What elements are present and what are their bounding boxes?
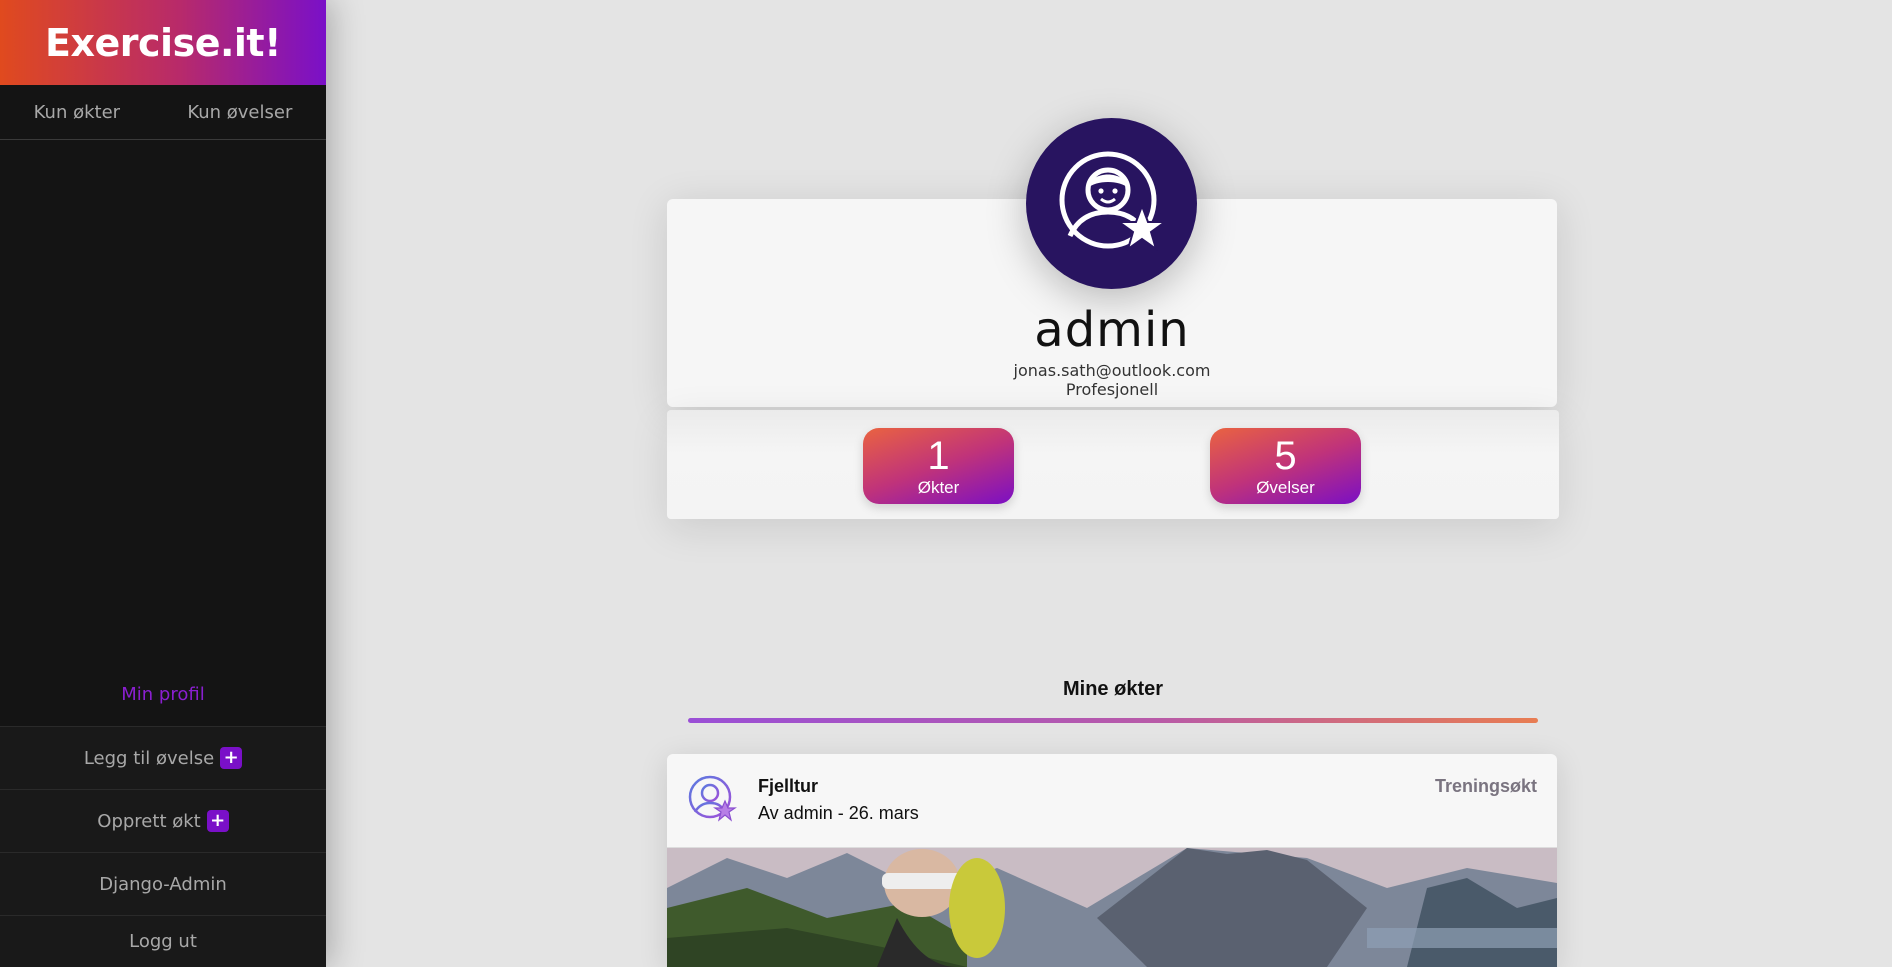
sidebar: Exercise.it! Kun økter Kun øvelser Min p…: [0, 0, 326, 967]
brand-header[interactable]: Exercise.it!: [0, 0, 326, 85]
stat-label: Øvelser: [1256, 478, 1315, 497]
sidebar-menu: Min profil Legg til øvelse + Opprett økt…: [0, 663, 326, 967]
sidebar-item-profile[interactable]: Min profil: [0, 663, 326, 726]
sidebar-item-label: Legg til øvelse: [83, 747, 215, 769]
sidebar-item-label: Django-Admin: [99, 873, 227, 895]
section-title: Mine økter: [1062, 678, 1164, 700]
workout-card[interactable]: Fjelltur Av admin - 26. mars Treningsøkt: [667, 754, 1557, 967]
workout-type-badge: Treningsøkt: [1434, 776, 1537, 796]
sidebar-item-logout[interactable]: Logg ut: [0, 915, 326, 967]
plus-icon: +: [220, 747, 243, 769]
workout-card-header: Fjelltur Av admin - 26. mars Treningsøkt: [667, 754, 1557, 848]
profile-stats-panel: [667, 410, 1559, 519]
sidebar-item-label: Opprett økt: [97, 810, 201, 832]
workout-title[interactable]: Fjelltur: [758, 776, 818, 797]
filter-exercises-only[interactable]: Kun øvelser: [187, 102, 292, 123]
sidebar-item-create-workout[interactable]: Opprett økt +: [0, 789, 326, 852]
stat-value: 5: [1274, 434, 1297, 478]
avatar: [1026, 118, 1197, 289]
stat-value: 1: [927, 434, 950, 478]
sidebar-item-label: Min profil: [121, 684, 205, 705]
stat-exercises-button[interactable]: 5 Øvelser: [1210, 428, 1361, 504]
stat-workouts-button[interactable]: 1 Økter: [863, 428, 1014, 504]
workout-image: [667, 848, 1557, 967]
profile-username: admin: [1034, 302, 1190, 358]
user-star-icon: [688, 775, 737, 822]
profile-email: jonas.sath@outlook.com: [1013, 361, 1211, 380]
plus-icon: +: [206, 810, 229, 832]
stat-label: Økter: [917, 478, 960, 497]
user-star-icon: [1059, 151, 1168, 251]
profile-role: Profesjonell: [1065, 380, 1159, 399]
mountain-landscape-image: [667, 848, 1557, 967]
workout-meta: Av admin - 26. mars: [758, 803, 919, 823]
sidebar-item-add-exercise[interactable]: Legg til øvelse +: [0, 726, 326, 789]
filter-workouts-only[interactable]: Kun økter: [34, 102, 120, 123]
brand-logo-text[interactable]: Exercise.it!: [45, 21, 281, 65]
sidebar-item-label: Logg ut: [129, 931, 197, 952]
section-divider: [688, 718, 1538, 723]
sidebar-item-django-admin[interactable]: Django-Admin: [0, 852, 326, 915]
filter-bar: Kun økter Kun øvelser: [0, 85, 326, 140]
